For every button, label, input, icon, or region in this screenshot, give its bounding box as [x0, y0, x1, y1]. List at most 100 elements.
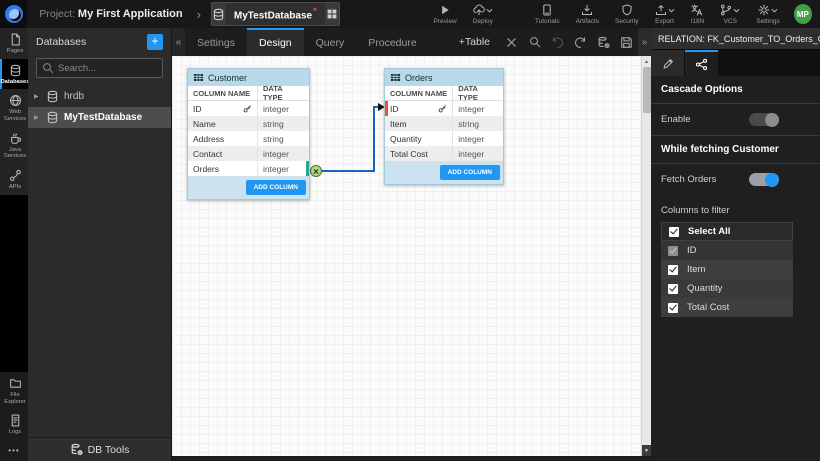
column-header: DATA TYPE — [257, 86, 309, 100]
filter-row-total-cost[interactable]: Total Cost — [661, 298, 793, 317]
column-name-cell: Address — [193, 134, 224, 144]
column-name-cell: Name — [193, 119, 216, 129]
table-name: Customer — [208, 73, 247, 83]
tutorials-button[interactable]: Tutorials — [535, 3, 560, 25]
vcs-button[interactable]: VCS — [720, 3, 740, 25]
checkbox-total-cost[interactable] — [668, 303, 678, 313]
tab-query[interactable]: Query — [304, 28, 357, 56]
table-row-name[interactable]: Name string — [188, 116, 309, 131]
column-name-cell: ID — [390, 104, 399, 114]
tab-design[interactable]: Design — [247, 28, 304, 56]
filter-label: Item — [687, 264, 705, 275]
panel-tab-edit[interactable] — [651, 50, 684, 76]
filter-row-id[interactable]: ID — [661, 241, 793, 260]
project-breadcrumb: Project: My First Application — [39, 8, 182, 20]
project-label: Project: — [39, 8, 75, 20]
save-button[interactable] — [615, 28, 638, 56]
checkbox-quantity[interactable] — [668, 284, 678, 294]
table-footer: ADD COLUMN — [188, 176, 309, 199]
java-services-label: Java Services — [2, 147, 28, 160]
rail-overflow-button[interactable]: ••• — [0, 440, 28, 461]
rail-item-apis[interactable]: APIs — [0, 164, 28, 195]
schema-table-customer[interactable]: CustomerCOLUMN NAMEDATA TYPEIDintegerNam… — [187, 68, 310, 200]
left-rail: PagesDatabasesWeb Services Java Services A… — [0, 28, 28, 461]
security-label: Security — [615, 18, 638, 25]
redo-icon — [574, 36, 587, 49]
rail-item-java-services[interactable]: Java Services — [0, 127, 28, 164]
add-table-button[interactable]: +Table — [449, 28, 500, 56]
search-button[interactable] — [523, 28, 546, 56]
checkbox-item[interactable] — [668, 265, 678, 275]
filter-row-select-all[interactable]: Select All — [661, 222, 793, 241]
column-name-cell: Item — [390, 119, 407, 129]
collapse-left-panel-button[interactable]: « — [172, 28, 185, 56]
search-input[interactable] — [58, 63, 157, 74]
export-button[interactable]: Export — [655, 3, 675, 25]
table-row-item[interactable]: Itemstring — [385, 116, 503, 131]
data-type-cell: string — [257, 116, 309, 131]
artifacts-button[interactable]: Artifacts — [576, 3, 599, 25]
enable-toggle[interactable] — [749, 113, 779, 126]
scrollbar-thumb[interactable] — [643, 67, 651, 113]
scroll-up-button[interactable]: ▲ — [642, 56, 652, 67]
logs-label: Logs — [9, 429, 22, 436]
document-tab[interactable]: MyTestDatabase* — [211, 2, 340, 26]
table-row-contact[interactable]: Contactinteger — [188, 146, 309, 161]
filter-row-item[interactable]: Item — [661, 260, 793, 279]
add-column-button[interactable]: ADD COLUMN — [440, 165, 500, 180]
fetch-orders-toggle[interactable] — [749, 173, 779, 186]
branch-icon — [720, 4, 732, 16]
panel-tab-relation[interactable] — [685, 50, 718, 76]
expand-caret-icon[interactable]: ▶ — [34, 114, 41, 121]
schema-canvas[interactable]: ▲ ▼ CustomerCOLUMN NAMEDATA TYPEIDintege… — [172, 56, 651, 456]
data-type-cell: integer — [452, 101, 503, 116]
doc-tab-grid-icon-box[interactable] — [325, 3, 339, 25]
rail-item-databases[interactable]: Databases — [0, 59, 28, 90]
table-row-total-cost[interactable]: Total Costinteger — [385, 146, 503, 161]
main-area: « SettingsDesignQueryProcedure +Table » … — [172, 28, 651, 461]
update-schema-button[interactable] — [592, 28, 615, 56]
table-row-address[interactable]: Addressstring — [188, 131, 309, 146]
tab-settings[interactable]: Settings — [185, 28, 247, 56]
user-avatar[interactable]: MP — [794, 4, 812, 24]
i18n-button[interactable]: I18N — [691, 3, 705, 25]
table-row-id[interactable]: ID integer — [385, 101, 503, 116]
deploy-button[interactable]: Deploy — [473, 3, 493, 25]
add-database-button[interactable]: + — [147, 34, 163, 50]
table-row-orders[interactable]: Ordersinteger — [188, 161, 309, 176]
settings-button[interactable]: Settings — [756, 3, 780, 25]
shield-icon — [621, 4, 633, 16]
security-button[interactable]: Security — [615, 3, 638, 25]
canvas-vertical-scrollbar[interactable]: ▲ ▼ — [641, 56, 651, 456]
relation-line-segment — [322, 170, 375, 172]
rail-item-web-services[interactable]: Web Services — [0, 89, 28, 126]
tree-item-MyTestDatabase[interactable]: ▶MyTestDatabase — [28, 107, 171, 128]
tree-item-hrdb[interactable]: ▶hrdb — [28, 86, 171, 107]
app-logo[interactable] — [0, 0, 27, 28]
preview-button[interactable]: Preview — [434, 3, 457, 25]
db-tools-button[interactable]: DB Tools — [28, 437, 171, 461]
database-search[interactable] — [36, 58, 163, 78]
rail-item-file-explorer[interactable]: File Explorer — [0, 372, 28, 409]
undo-button[interactable] — [546, 28, 569, 56]
page-icon — [9, 33, 22, 46]
table-row-id[interactable]: IDinteger — [188, 101, 309, 116]
scroll-down-button[interactable]: ▼ — [642, 445, 652, 456]
delete-button[interactable] — [500, 28, 523, 56]
db-tools-label: DB Tools — [88, 444, 130, 456]
rail-item-logs[interactable]: Logs — [0, 409, 28, 440]
deploy-label: Deploy — [473, 18, 493, 25]
checkbox-select-all[interactable] — [669, 227, 679, 237]
filter-row-quantity[interactable]: Quantity — [661, 279, 793, 298]
table-row-quantity[interactable]: Quantityinteger — [385, 131, 503, 146]
tab-procedure[interactable]: Procedure — [356, 28, 428, 56]
add-column-button[interactable]: ADD COLUMN — [246, 180, 306, 195]
expand-caret-icon[interactable]: ▶ — [34, 93, 41, 100]
expand-right-panel-button[interactable]: » — [638, 28, 651, 56]
redo-button[interactable] — [569, 28, 592, 56]
relation-drag-handle[interactable] — [310, 165, 322, 177]
rail-item-pages[interactable]: Pages — [0, 28, 28, 59]
book-icon — [541, 4, 553, 16]
file-explorer-label: File Explorer — [2, 392, 28, 405]
schema-table-orders[interactable]: OrdersCOLUMN NAMEDATA TYPEIDintegerItems… — [384, 68, 504, 185]
